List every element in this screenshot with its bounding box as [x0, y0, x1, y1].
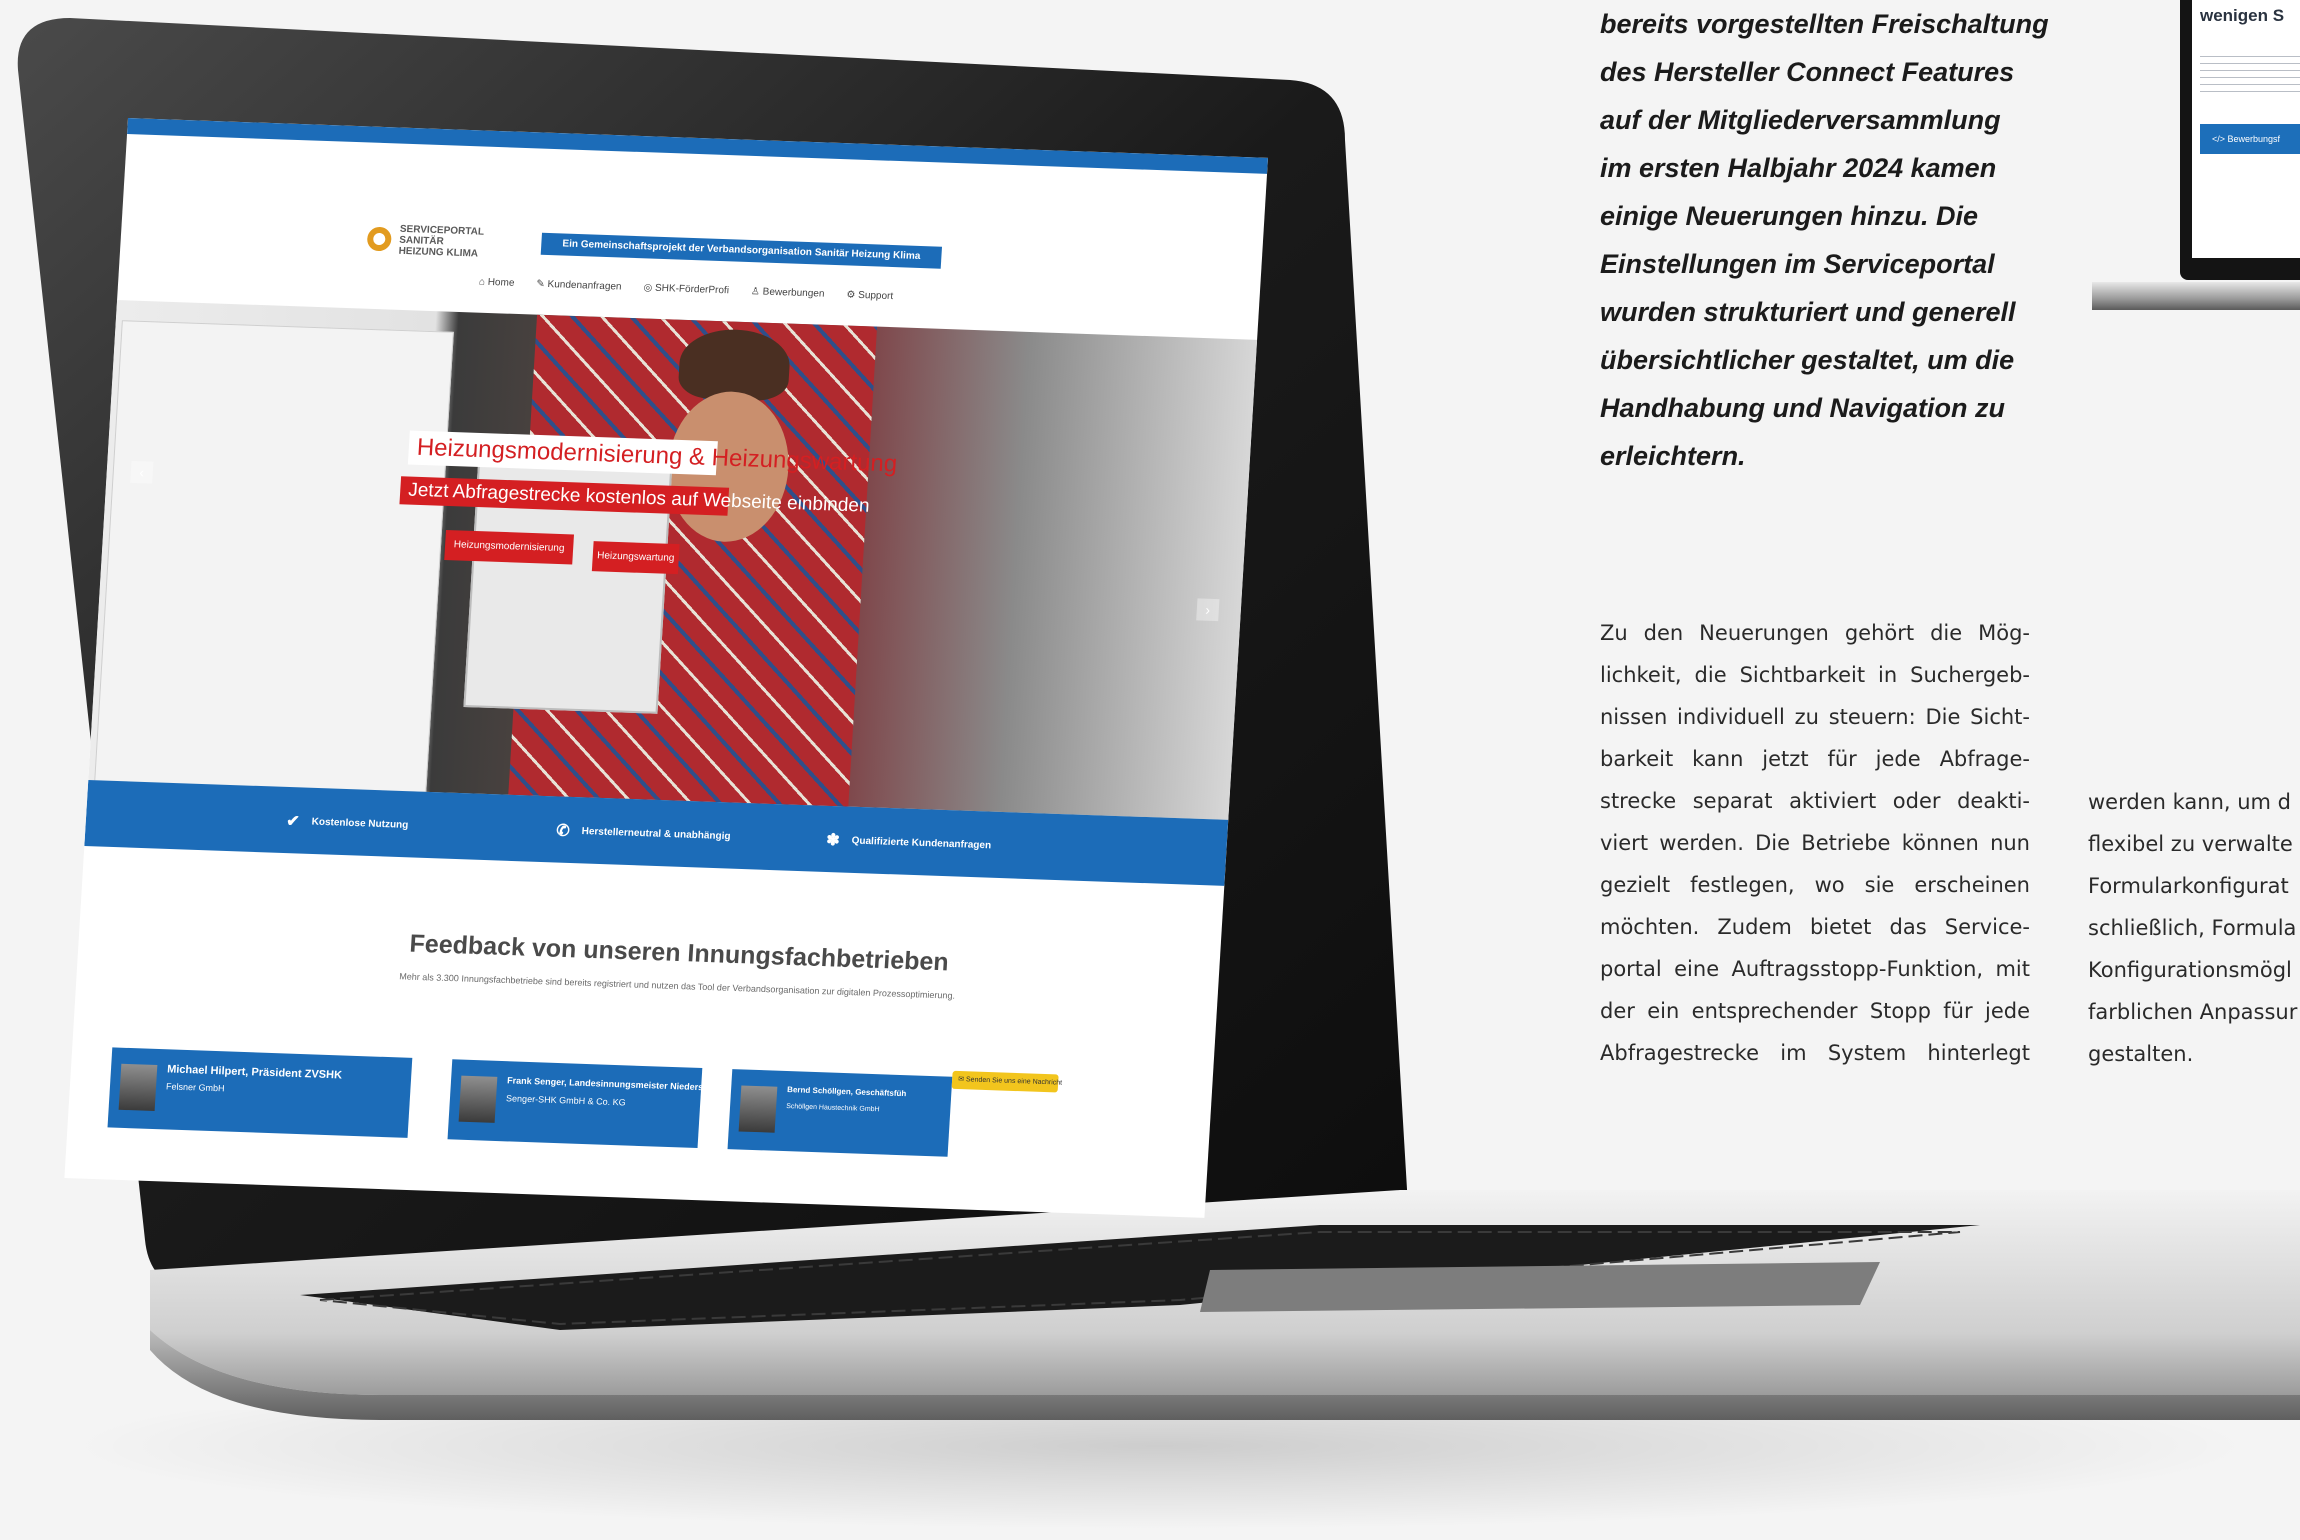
testimonial-name: Bernd Schöllgen, Geschäftsfüh: [786, 1085, 907, 1099]
nav-support[interactable]: ⚙ Support: [846, 289, 893, 302]
hero-button-wartung[interactable]: Heizungswartung: [591, 541, 680, 575]
nav-kundenanfragen[interactable]: ✎ Kundenanfragen: [536, 279, 622, 293]
nav-home[interactable]: ⌂ Home: [479, 277, 515, 289]
slider-prev-icon[interactable]: ‹: [130, 460, 154, 484]
logo-line: HEIZUNG KLIMA: [398, 245, 479, 260]
laptop-screen: SERVICEPORTAL SANITÄR HEIZUNG KLIMA Ein …: [64, 118, 1268, 1218]
serviceportal-logo-text[interactable]: SERVICEPORTAL SANITÄR HEIZUNG KLIMA: [398, 224, 484, 260]
phone-icon: ✆: [555, 822, 571, 840]
main-nav: ⌂ Home ✎ Kundenanfragen ◎ SHK-FörderProf…: [479, 277, 894, 303]
testimonial-company: Schöllgen Haustechnik GmbH: [785, 1103, 880, 1114]
avatar: [118, 1063, 158, 1112]
feature-item: ✽ Qualifizierte Kundenanfragen: [826, 830, 992, 856]
testimonial-name: Michael Hilpert, Präsident ZVSHK: [166, 1063, 343, 1082]
hero-button-modernisierung[interactable]: Heizungsmodernisierung: [444, 529, 574, 565]
testimonial-company: Felsner GmbH: [165, 1081, 225, 1094]
feature-item: ✔ Kostenlose Nutzung: [286, 811, 409, 835]
hero-image-cabinet: [94, 320, 454, 794]
nav-shk-foerderprofi[interactable]: ◎ SHK-FörderProfi: [643, 282, 729, 296]
avatar: [458, 1075, 498, 1123]
testimonial-card[interactable]: Frank Senger, Landesinnungsmeister Niede…: [447, 1059, 735, 1149]
slider-next-icon[interactable]: ›: [1196, 598, 1220, 622]
feature-item: ✆ Herstellerneutral & unabhängig: [556, 820, 732, 846]
serviceportal-logo-icon[interactable]: [366, 226, 392, 252]
award-icon: ✽: [825, 831, 841, 850]
testimonial-card[interactable]: Michael Hilpert, Präsident ZVSHK Felsner…: [107, 1047, 413, 1138]
testimonial-company: Senger-SHK GmbH & Co. KG: [505, 1093, 626, 1108]
feature-label: Kostenlose Nutzung: [311, 816, 409, 831]
checkmark-icon: ✔: [285, 813, 301, 831]
hero-slider: Heizungsmodernisierung & Heizungswartung…: [88, 300, 1258, 820]
feature-label: Qualifizierte Kundenanfragen: [851, 835, 992, 852]
testimonial-name: Frank Senger, Landesinnungsmeister Niede…: [506, 1075, 735, 1094]
send-message-button[interactable]: ✉ Senden Sie uns eine Nachricht: [951, 1070, 1062, 1093]
avatar: [738, 1085, 778, 1133]
feedback-title: Feedback von unseren Innungsfachbetriebe…: [408, 929, 950, 977]
nav-bewerbungen[interactable]: ♙ Bewerbungen: [751, 286, 825, 300]
feature-label: Herstellerneutral & unabhängig: [581, 825, 731, 843]
trackpad: [1200, 1262, 1880, 1312]
site-tagline: Ein Gemeinschaftsprojekt der Verbandsorg…: [540, 232, 942, 269]
testimonial-card[interactable]: Bernd Schöllgen, Geschäftsfüh Schöllgen …: [727, 1069, 953, 1157]
